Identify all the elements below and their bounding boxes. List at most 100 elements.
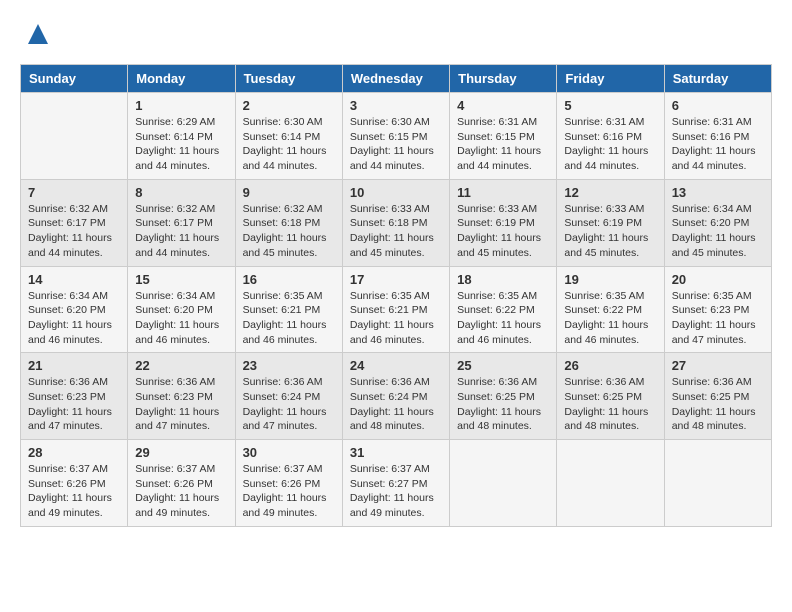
day-info: Sunrise: 6:36 AMSunset: 6:25 PMDaylight:… [564, 375, 656, 434]
calendar-cell: 16 Sunrise: 6:35 AMSunset: 6:21 PMDaylig… [235, 266, 342, 353]
day-info: Sunrise: 6:35 AMSunset: 6:22 PMDaylight:… [457, 289, 549, 348]
day-number: 24 [350, 358, 442, 373]
calendar-cell: 4 Sunrise: 6:31 AMSunset: 6:15 PMDayligh… [450, 93, 557, 180]
day-info: Sunrise: 6:34 AMSunset: 6:20 PMDaylight:… [28, 289, 120, 348]
day-number: 15 [135, 272, 227, 287]
day-number: 14 [28, 272, 120, 287]
day-number: 30 [243, 445, 335, 460]
calendar-cell: 20 Sunrise: 6:35 AMSunset: 6:23 PMDaylig… [664, 266, 771, 353]
calendar-cell: 1 Sunrise: 6:29 AMSunset: 6:14 PMDayligh… [128, 93, 235, 180]
header-wednesday: Wednesday [342, 65, 449, 93]
calendar-cell: 11 Sunrise: 6:33 AMSunset: 6:19 PMDaylig… [450, 179, 557, 266]
day-number: 31 [350, 445, 442, 460]
day-number: 13 [672, 185, 764, 200]
day-number: 1 [135, 98, 227, 113]
calendar-cell: 19 Sunrise: 6:35 AMSunset: 6:22 PMDaylig… [557, 266, 664, 353]
calendar-cell: 26 Sunrise: 6:36 AMSunset: 6:25 PMDaylig… [557, 353, 664, 440]
calendar-cell: 14 Sunrise: 6:34 AMSunset: 6:20 PMDaylig… [21, 266, 128, 353]
calendar-week-row: 7 Sunrise: 6:32 AMSunset: 6:17 PMDayligh… [21, 179, 772, 266]
day-number: 9 [243, 185, 335, 200]
calendar-cell: 9 Sunrise: 6:32 AMSunset: 6:18 PMDayligh… [235, 179, 342, 266]
calendar-header-row: SundayMondayTuesdayWednesdayThursdayFrid… [21, 65, 772, 93]
header-tuesday: Tuesday [235, 65, 342, 93]
day-number: 18 [457, 272, 549, 287]
calendar-cell: 17 Sunrise: 6:35 AMSunset: 6:21 PMDaylig… [342, 266, 449, 353]
calendar-table: SundayMondayTuesdayWednesdayThursdayFrid… [20, 64, 772, 527]
day-info: Sunrise: 6:33 AMSunset: 6:19 PMDaylight:… [457, 202, 549, 261]
calendar-cell: 23 Sunrise: 6:36 AMSunset: 6:24 PMDaylig… [235, 353, 342, 440]
calendar-week-row: 28 Sunrise: 6:37 AMSunset: 6:26 PMDaylig… [21, 440, 772, 527]
calendar-cell: 5 Sunrise: 6:31 AMSunset: 6:16 PMDayligh… [557, 93, 664, 180]
day-number: 27 [672, 358, 764, 373]
calendar-cell [21, 93, 128, 180]
calendar-week-row: 1 Sunrise: 6:29 AMSunset: 6:14 PMDayligh… [21, 93, 772, 180]
day-number: 12 [564, 185, 656, 200]
day-info: Sunrise: 6:36 AMSunset: 6:25 PMDaylight:… [457, 375, 549, 434]
calendar-cell: 22 Sunrise: 6:36 AMSunset: 6:23 PMDaylig… [128, 353, 235, 440]
calendar-cell: 27 Sunrise: 6:36 AMSunset: 6:25 PMDaylig… [664, 353, 771, 440]
day-number: 19 [564, 272, 656, 287]
day-number: 29 [135, 445, 227, 460]
calendar-cell: 21 Sunrise: 6:36 AMSunset: 6:23 PMDaylig… [21, 353, 128, 440]
day-info: Sunrise: 6:32 AMSunset: 6:17 PMDaylight:… [135, 202, 227, 261]
calendar-cell: 8 Sunrise: 6:32 AMSunset: 6:17 PMDayligh… [128, 179, 235, 266]
day-info: Sunrise: 6:34 AMSunset: 6:20 PMDaylight:… [672, 202, 764, 261]
day-info: Sunrise: 6:37 AMSunset: 6:27 PMDaylight:… [350, 462, 442, 521]
day-info: Sunrise: 6:37 AMSunset: 6:26 PMDaylight:… [28, 462, 120, 521]
day-info: Sunrise: 6:36 AMSunset: 6:24 PMDaylight:… [243, 375, 335, 434]
day-info: Sunrise: 6:30 AMSunset: 6:15 PMDaylight:… [350, 115, 442, 174]
day-number: 20 [672, 272, 764, 287]
day-number: 21 [28, 358, 120, 373]
header-saturday: Saturday [664, 65, 771, 93]
day-info: Sunrise: 6:36 AMSunset: 6:23 PMDaylight:… [28, 375, 120, 434]
calendar-cell: 3 Sunrise: 6:30 AMSunset: 6:15 PMDayligh… [342, 93, 449, 180]
calendar-cell: 10 Sunrise: 6:33 AMSunset: 6:18 PMDaylig… [342, 179, 449, 266]
day-info: Sunrise: 6:34 AMSunset: 6:20 PMDaylight:… [135, 289, 227, 348]
page-header [20, 20, 772, 48]
day-info: Sunrise: 6:29 AMSunset: 6:14 PMDaylight:… [135, 115, 227, 174]
calendar-cell: 7 Sunrise: 6:32 AMSunset: 6:17 PMDayligh… [21, 179, 128, 266]
day-number: 7 [28, 185, 120, 200]
calendar-cell [664, 440, 771, 527]
calendar-cell: 31 Sunrise: 6:37 AMSunset: 6:27 PMDaylig… [342, 440, 449, 527]
day-info: Sunrise: 6:31 AMSunset: 6:15 PMDaylight:… [457, 115, 549, 174]
calendar-cell: 2 Sunrise: 6:30 AMSunset: 6:14 PMDayligh… [235, 93, 342, 180]
day-number: 2 [243, 98, 335, 113]
day-info: Sunrise: 6:33 AMSunset: 6:18 PMDaylight:… [350, 202, 442, 261]
day-info: Sunrise: 6:35 AMSunset: 6:21 PMDaylight:… [350, 289, 442, 348]
day-number: 6 [672, 98, 764, 113]
day-number: 17 [350, 272, 442, 287]
calendar-cell: 6 Sunrise: 6:31 AMSunset: 6:16 PMDayligh… [664, 93, 771, 180]
calendar-cell [557, 440, 664, 527]
day-number: 28 [28, 445, 120, 460]
day-info: Sunrise: 6:33 AMSunset: 6:19 PMDaylight:… [564, 202, 656, 261]
day-number: 25 [457, 358, 549, 373]
logo-icon [24, 20, 52, 48]
day-number: 22 [135, 358, 227, 373]
day-number: 10 [350, 185, 442, 200]
day-info: Sunrise: 6:31 AMSunset: 6:16 PMDaylight:… [564, 115, 656, 174]
calendar-cell: 29 Sunrise: 6:37 AMSunset: 6:26 PMDaylig… [128, 440, 235, 527]
day-number: 4 [457, 98, 549, 113]
header-thursday: Thursday [450, 65, 557, 93]
day-info: Sunrise: 6:35 AMSunset: 6:23 PMDaylight:… [672, 289, 764, 348]
calendar-week-row: 21 Sunrise: 6:36 AMSunset: 6:23 PMDaylig… [21, 353, 772, 440]
calendar-cell: 28 Sunrise: 6:37 AMSunset: 6:26 PMDaylig… [21, 440, 128, 527]
day-info: Sunrise: 6:32 AMSunset: 6:18 PMDaylight:… [243, 202, 335, 261]
day-number: 16 [243, 272, 335, 287]
logo [20, 20, 52, 48]
calendar-week-row: 14 Sunrise: 6:34 AMSunset: 6:20 PMDaylig… [21, 266, 772, 353]
day-number: 26 [564, 358, 656, 373]
day-number: 8 [135, 185, 227, 200]
calendar-cell: 18 Sunrise: 6:35 AMSunset: 6:22 PMDaylig… [450, 266, 557, 353]
header-monday: Monday [128, 65, 235, 93]
day-number: 23 [243, 358, 335, 373]
day-number: 3 [350, 98, 442, 113]
calendar-cell: 30 Sunrise: 6:37 AMSunset: 6:26 PMDaylig… [235, 440, 342, 527]
calendar-cell: 15 Sunrise: 6:34 AMSunset: 6:20 PMDaylig… [128, 266, 235, 353]
day-info: Sunrise: 6:30 AMSunset: 6:14 PMDaylight:… [243, 115, 335, 174]
calendar-cell [450, 440, 557, 527]
day-info: Sunrise: 6:36 AMSunset: 6:25 PMDaylight:… [672, 375, 764, 434]
calendar-cell: 13 Sunrise: 6:34 AMSunset: 6:20 PMDaylig… [664, 179, 771, 266]
calendar-cell: 24 Sunrise: 6:36 AMSunset: 6:24 PMDaylig… [342, 353, 449, 440]
